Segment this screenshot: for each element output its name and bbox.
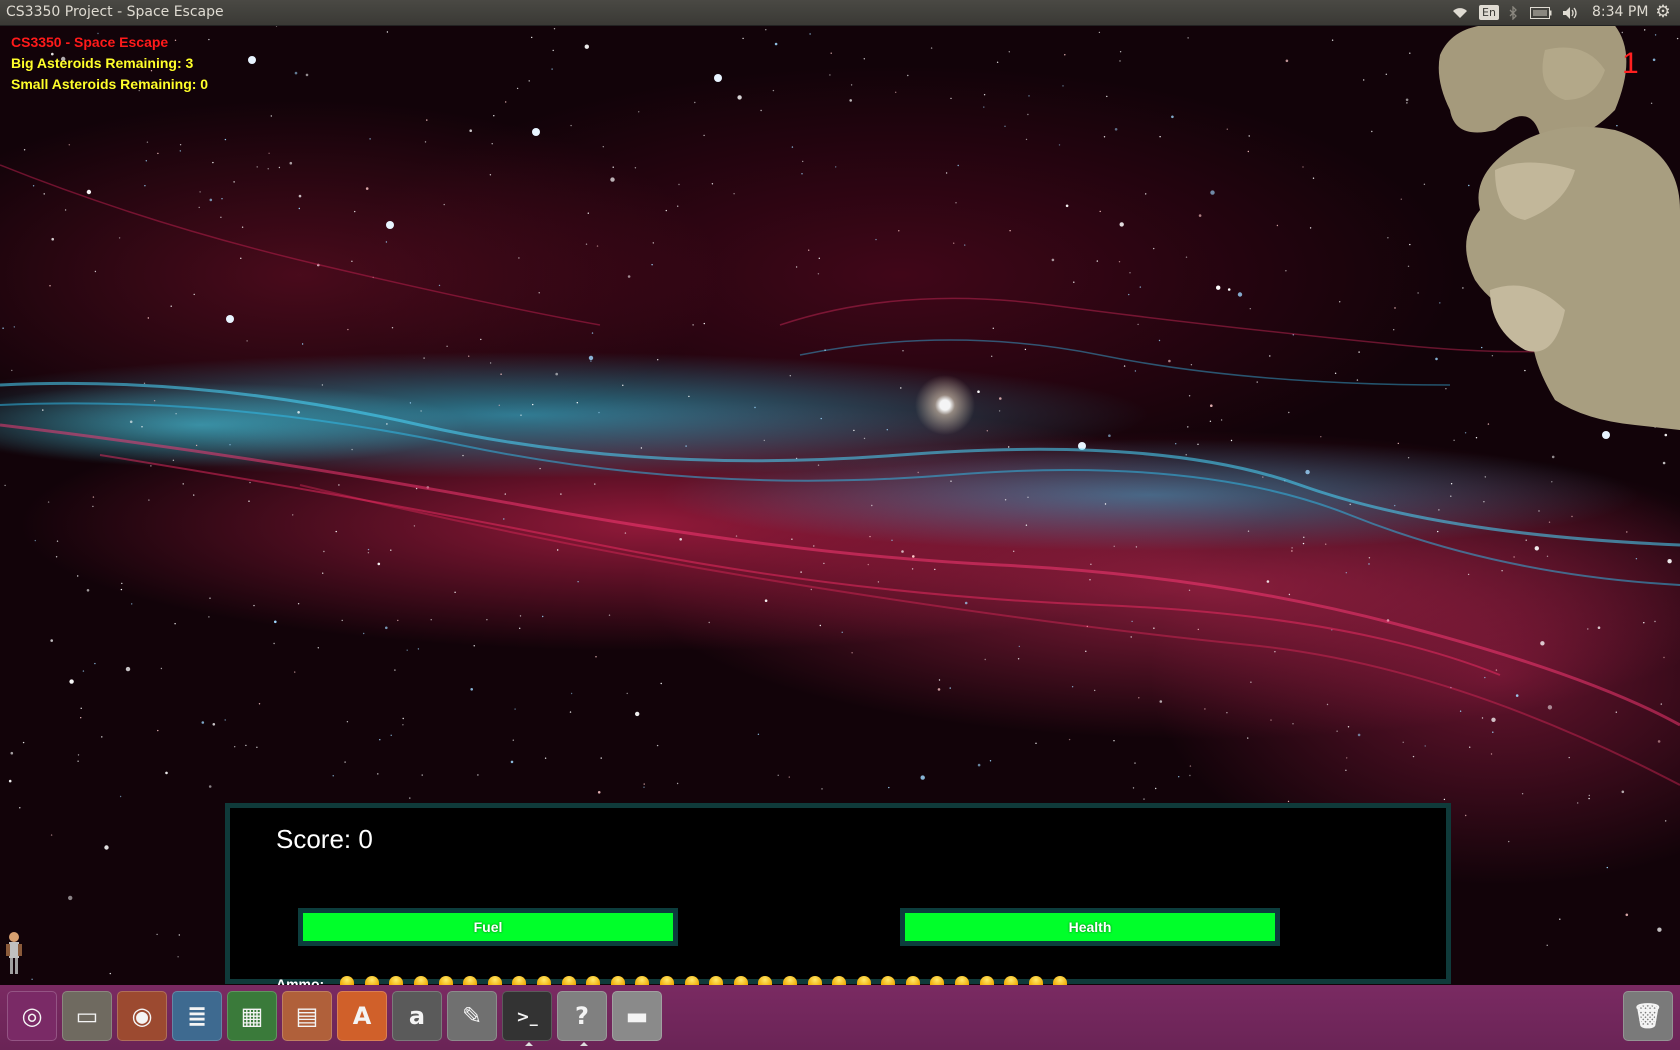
ammo-shell-icon [1051, 975, 1069, 985]
launcher-trash[interactable]: 🗑 [1623, 991, 1673, 1041]
terminal-icon: >_ [516, 1006, 538, 1026]
ammo-row: Ammo: [276, 975, 1076, 985]
big-asteroid [1438, 25, 1680, 430]
help-icon: ? [575, 1002, 589, 1030]
launcher-software-center[interactable]: A [337, 991, 387, 1041]
ammo-shell-icon [412, 975, 430, 985]
launcher-drive[interactable]: ▬ [612, 991, 662, 1041]
launcher-amazon[interactable]: a [392, 991, 442, 1041]
ammo-shell-icon [338, 975, 356, 985]
ammo-shell-icon [510, 975, 528, 985]
ammo-shell-icon [387, 975, 405, 985]
score-label: Score: 0 [276, 824, 373, 854]
ammo-shell-icon [978, 975, 996, 985]
ammo-shell-icon [879, 975, 897, 985]
ammo-shell-icon [461, 975, 479, 985]
ammo-shell-icon [683, 975, 701, 985]
health-label: Health [1068, 919, 1112, 935]
window-title: CS3350 Project - Space Escape [6, 4, 224, 20]
settings-gear-icon[interactable]: ⚙ [1652, 0, 1674, 25]
launcher-writer[interactable]: ≣ [172, 991, 222, 1041]
ammo-shell-icon [560, 975, 578, 985]
ammo-label: Ammo: [276, 976, 325, 985]
ammo-shell-icon [830, 975, 848, 985]
ammo-shell-icon [486, 975, 504, 985]
files-icon: ▭ [75, 1002, 99, 1030]
firefox-icon: ◉ [131, 1002, 153, 1030]
fuel-label: Fuel [473, 919, 503, 935]
ammo-shell-icon [928, 975, 946, 985]
calc-icon: ▦ [240, 1002, 264, 1030]
status-panel: Score: 0 Fuel Health Ammo: [225, 803, 1451, 985]
ammo-shell-icon [535, 975, 553, 985]
clock[interactable]: 8:34 PM [1592, 0, 1648, 25]
launcher-impress[interactable]: ▤ [282, 991, 332, 1041]
ubuntu-dash-icon: ◎ [21, 1002, 43, 1030]
ammo-shell-icon [1027, 975, 1045, 985]
launcher-dock: ◎ ▭ ◉ ≣ ▦ ▤ Aa ✎ >_? ▬ 🗑 [0, 985, 1680, 1050]
lives-indicator: 1 [1622, 47, 1639, 80]
ammo-shell-icon [363, 975, 381, 985]
fuel-bar: Fuel [298, 908, 678, 946]
ammo-shell-icon [437, 975, 455, 985]
ammo-shell-icon [904, 975, 922, 985]
impress-icon: ▤ [295, 1002, 319, 1030]
ammo-shell-icon [781, 975, 799, 985]
drive-icon: ▬ [625, 1002, 649, 1030]
launcher-system-settings[interactable]: ✎ [447, 991, 497, 1041]
ammo-shell-icon [855, 975, 873, 985]
launcher-calc[interactable]: ▦ [227, 991, 277, 1041]
launcher-help[interactable]: ? [557, 991, 607, 1046]
ammo-shell-icon [732, 975, 750, 985]
system-settings-icon: ✎ [461, 1002, 483, 1030]
volume-icon[interactable] [1560, 0, 1582, 25]
keyboard-layout-indicator[interactable]: En [1478, 0, 1500, 25]
small-asteroids-counter: Small Asteroids Remaining: 0 [11, 76, 209, 92]
bluetooth-icon[interactable] [1506, 0, 1520, 25]
health-bar-fill: Health [905, 913, 1275, 941]
ammo-shell-icon [609, 975, 627, 985]
game-canvas[interactable]: 1 CS3350 - Space Escape Big Asteroids Re… [0, 25, 1680, 985]
big-asteroids-counter: Big Asteroids Remaining: 3 [11, 55, 194, 71]
ammo-shell-icon [953, 975, 971, 985]
amazon-icon: a [408, 1002, 426, 1030]
battery-icon[interactable] [1528, 0, 1554, 25]
top-panel: CS3350 Project - Space Escape En 8:34 PM… [0, 0, 1680, 25]
fuel-bar-fill: Fuel [303, 913, 673, 941]
wifi-icon[interactable] [1450, 0, 1470, 25]
launcher-firefox[interactable]: ◉ [117, 991, 167, 1041]
health-bar: Health [900, 908, 1280, 946]
software-center-icon: A [352, 1002, 372, 1030]
ammo-shell-icon [584, 975, 602, 985]
ammo-shell-icon [806, 975, 824, 985]
writer-icon: ≣ [186, 1002, 208, 1030]
launcher-files[interactable]: ▭ [62, 991, 112, 1041]
ammo-shell-icon [633, 975, 651, 985]
player-ship [6, 932, 22, 974]
launcher-ubuntu-dash[interactable]: ◎ [7, 991, 57, 1041]
ammo-shell-icon [1002, 975, 1020, 985]
ammo-icons [338, 975, 1076, 985]
game-title-label: CS3350 - Space Escape [11, 34, 169, 50]
trash-icon: 🗑 [1632, 1002, 1664, 1030]
ammo-shell-icon [707, 975, 725, 985]
launcher-terminal[interactable]: >_ [502, 991, 552, 1046]
ammo-shell-icon [756, 975, 774, 985]
ammo-shell-icon [658, 975, 676, 985]
